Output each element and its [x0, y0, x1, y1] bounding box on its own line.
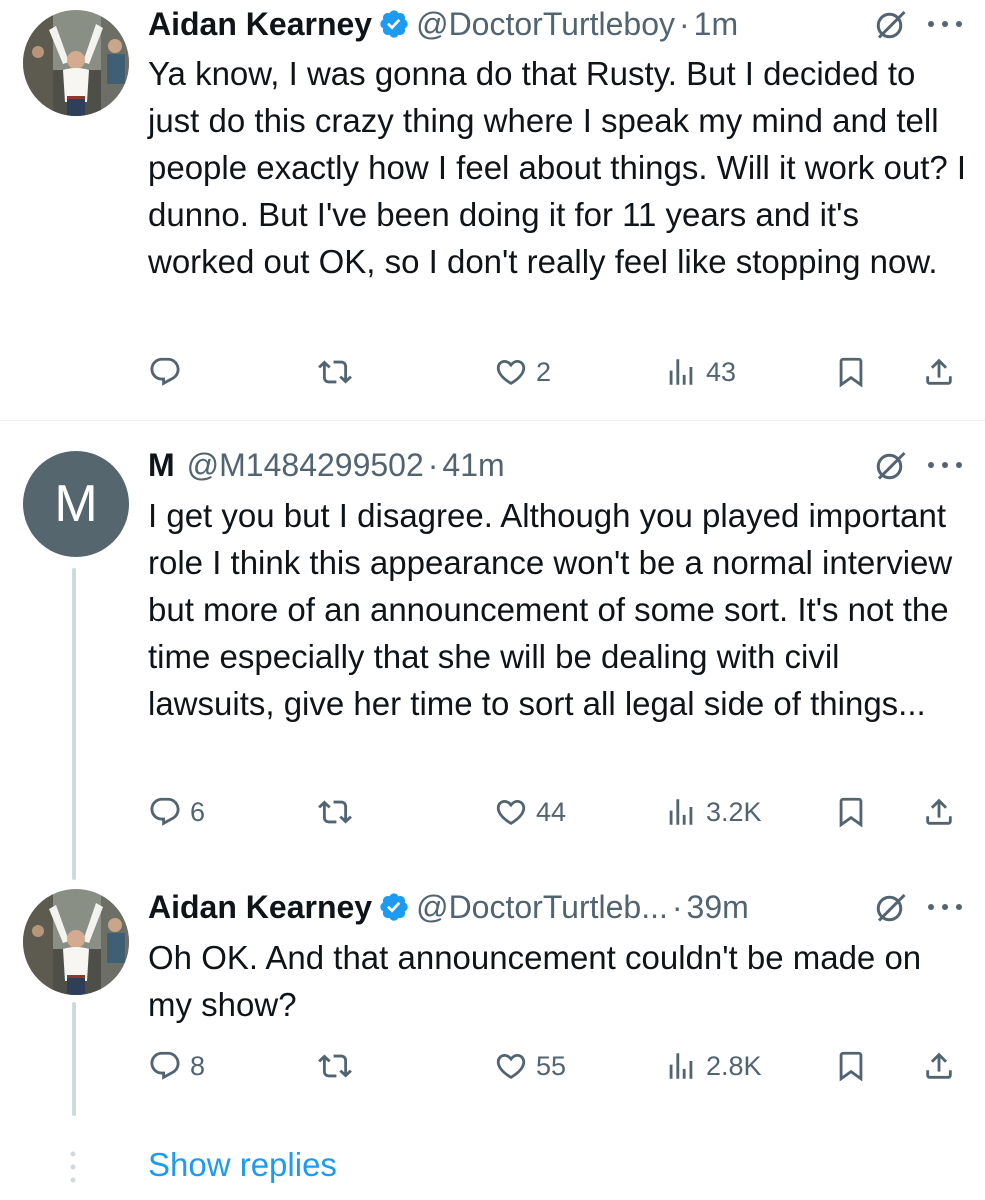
reply-icon	[148, 1049, 182, 1083]
share-button[interactable]	[922, 792, 956, 832]
retweet-button[interactable]	[318, 792, 360, 832]
handle[interactable]: @M1484299502	[187, 447, 424, 484]
like-count: 44	[536, 796, 567, 827]
display-name[interactable]: M	[148, 447, 175, 484]
display-name[interactable]: Aidan Kearney	[148, 6, 372, 43]
timestamp[interactable]: 41m	[442, 447, 504, 484]
separator: ·	[671, 888, 683, 925]
reply-button[interactable]	[148, 352, 190, 392]
handle[interactable]: @DoctorTurtleboy	[416, 6, 675, 43]
views-icon	[664, 795, 698, 829]
more-options-icon[interactable]	[925, 19, 965, 29]
views-button[interactable]: 43	[664, 352, 736, 392]
avatar-letter: M	[54, 475, 98, 533]
retweet-button[interactable]	[318, 1046, 360, 1086]
like-button[interactable]: 55	[494, 1046, 566, 1086]
heart-icon	[494, 1049, 528, 1083]
share-button[interactable]	[922, 352, 956, 392]
action-bar: 8 55 2.8K	[148, 1046, 968, 1086]
divider	[0, 420, 985, 421]
heart-icon	[494, 795, 528, 829]
thread-line	[72, 568, 76, 880]
verified-badge-icon	[378, 891, 410, 923]
reply-button[interactable]: 6	[148, 792, 205, 832]
views-button[interactable]: 3.2K	[664, 792, 762, 832]
reply-button[interactable]: 8	[148, 1046, 205, 1086]
action-bar: 2 43	[148, 352, 968, 392]
avatar[interactable]	[23, 889, 129, 995]
separator: ·	[679, 5, 690, 42]
vertical-dots-icon	[70, 1151, 76, 1183]
header-actions	[873, 889, 965, 925]
grok-icon[interactable]	[873, 447, 909, 483]
heart-icon	[494, 355, 528, 389]
timestamp[interactable]: 1m	[694, 6, 738, 43]
retweet-button[interactable]	[318, 352, 360, 392]
tweet-header: M @M1484299502 · 41m	[148, 445, 965, 485]
bookmark-button[interactable]	[834, 352, 868, 392]
share-icon	[922, 795, 956, 829]
header-actions	[873, 6, 965, 42]
avatar[interactable]: M	[23, 451, 129, 557]
profile-photo-icon	[23, 889, 129, 995]
more-options-icon[interactable]	[925, 902, 965, 912]
show-replies-link[interactable]: Show replies	[148, 1146, 337, 1184]
like-count: 55	[536, 1050, 567, 1081]
views-icon	[664, 355, 698, 389]
tweet-text: Ya know, I was gonna do that Rusty. But …	[148, 55, 967, 280]
verified-badge-icon	[378, 8, 410, 40]
bookmark-icon	[834, 1049, 868, 1083]
reply-icon	[148, 795, 182, 829]
handle[interactable]: @DoctorTurtleb...	[416, 889, 668, 926]
action-bar: 6 44 3.2K	[148, 792, 968, 832]
reply-icon	[148, 355, 182, 389]
views-count: 3.2K	[706, 796, 762, 827]
share-icon	[922, 355, 956, 389]
display-name[interactable]: Aidan Kearney	[148, 889, 372, 926]
share-icon	[922, 1049, 956, 1083]
views-button[interactable]: 2.8K	[664, 1046, 762, 1086]
retweet-icon	[318, 355, 352, 389]
tweet-header: Aidan Kearney @DoctorTurtleboy · 1m	[148, 4, 965, 44]
header-actions	[873, 447, 965, 483]
retweet-icon	[318, 795, 352, 829]
views-icon	[664, 1049, 698, 1083]
tweet-text: I get you but I disagree. Although you p…	[148, 497, 953, 722]
separator: ·	[427, 446, 439, 483]
views-count: 2.8K	[706, 1050, 762, 1081]
like-button[interactable]: 44	[494, 792, 566, 832]
bookmark-icon	[834, 795, 868, 829]
views-count: 43	[706, 356, 737, 387]
avatar[interactable]	[23, 10, 129, 116]
reply-count: 8	[190, 1050, 206, 1081]
grok-icon[interactable]	[873, 6, 909, 42]
tweet-header: Aidan Kearney @DoctorTurtleb... · 39m	[148, 887, 965, 927]
like-count: 2	[536, 356, 552, 387]
share-button[interactable]	[922, 1046, 956, 1086]
retweet-icon	[318, 1049, 352, 1083]
like-button[interactable]: 2	[494, 352, 551, 392]
reply-count: 6	[190, 796, 206, 827]
bookmark-button[interactable]	[834, 792, 868, 832]
grok-icon[interactable]	[873, 889, 909, 925]
thread-line	[72, 1002, 76, 1116]
bookmark-icon	[834, 355, 868, 389]
bookmark-button[interactable]	[834, 1046, 868, 1086]
more-options-icon[interactable]	[925, 460, 965, 470]
timestamp[interactable]: 39m	[687, 889, 749, 926]
profile-photo-icon	[23, 10, 129, 116]
tweet-text: Oh OK. And that announcement couldn't be…	[148, 939, 922, 1023]
